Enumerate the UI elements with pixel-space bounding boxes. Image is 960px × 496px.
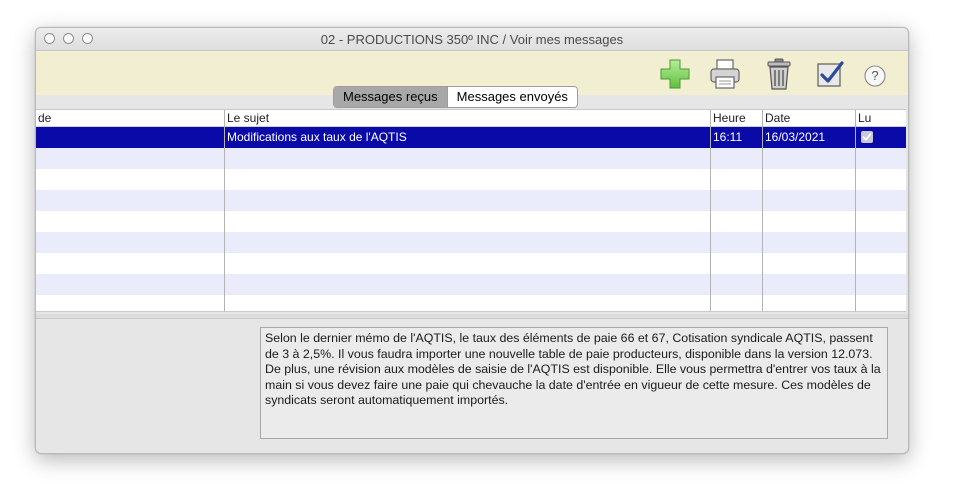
column-header-subject[interactable]: Le sujet bbox=[227, 111, 269, 125]
plus-icon bbox=[660, 59, 690, 89]
table-row-empty bbox=[36, 211, 906, 232]
column-divider bbox=[224, 110, 225, 311]
help-button[interactable]: ? bbox=[858, 57, 892, 91]
table-row-empty bbox=[36, 253, 906, 274]
tab-messages-received[interactable]: Messages reçus bbox=[334, 87, 447, 107]
window-title: 02 - PRODUCTIONS 350º INC / Voir mes mes… bbox=[320, 32, 624, 47]
message-tabs: Messages reçus Messages envoyés bbox=[333, 86, 578, 108]
column-divider bbox=[710, 110, 711, 311]
column-divider bbox=[855, 110, 856, 311]
row-read-checkbox[interactable] bbox=[861, 131, 873, 143]
message-body[interactable]: Selon le dernier mémo de l'AQTIS, le tau… bbox=[260, 327, 888, 439]
check-icon bbox=[862, 133, 872, 141]
messages-window: 02 - PRODUCTIONS 350º INC / Voir mes mes… bbox=[35, 27, 909, 454]
delete-button[interactable] bbox=[762, 57, 796, 91]
row-date: 16/03/2021 bbox=[765, 130, 826, 144]
column-header-read[interactable]: Lu bbox=[858, 111, 871, 125]
printer-icon bbox=[710, 59, 740, 89]
help-label: ? bbox=[871, 68, 879, 83]
title-bar[interactable]: 02 - PRODUCTIONS 350º INC / Voir mes mes… bbox=[36, 28, 908, 51]
tab-messages-sent[interactable]: Messages envoyés bbox=[446, 87, 577, 107]
trash-icon bbox=[767, 58, 791, 90]
checkbox-check-icon bbox=[817, 61, 844, 87]
column-header-time[interactable]: Heure bbox=[713, 111, 746, 125]
table-row-empty bbox=[36, 190, 906, 211]
add-message-button[interactable] bbox=[658, 57, 692, 91]
messages-table: de Le sujet Heure Date Lu Modifications … bbox=[36, 109, 906, 312]
table-row-empty bbox=[36, 295, 906, 311]
pane-splitter[interactable] bbox=[36, 314, 908, 319]
table-row-empty bbox=[36, 274, 906, 295]
table-header: de Le sujet Heure Date Lu bbox=[36, 110, 906, 127]
column-header-from[interactable]: de bbox=[38, 111, 51, 125]
table-row-empty bbox=[36, 148, 906, 169]
table-row-empty bbox=[36, 169, 906, 190]
column-divider bbox=[762, 110, 763, 311]
table-row[interactable]: Modifications aux taux de l'AQTIS 16:11 … bbox=[36, 127, 906, 148]
table-row-empty bbox=[36, 232, 906, 253]
column-header-date[interactable]: Date bbox=[765, 111, 790, 125]
row-subject: Modifications aux taux de l'AQTIS bbox=[227, 130, 407, 144]
mark-read-button[interactable] bbox=[813, 57, 847, 91]
print-button[interactable] bbox=[708, 57, 742, 91]
row-time: 16:11 bbox=[713, 130, 743, 144]
